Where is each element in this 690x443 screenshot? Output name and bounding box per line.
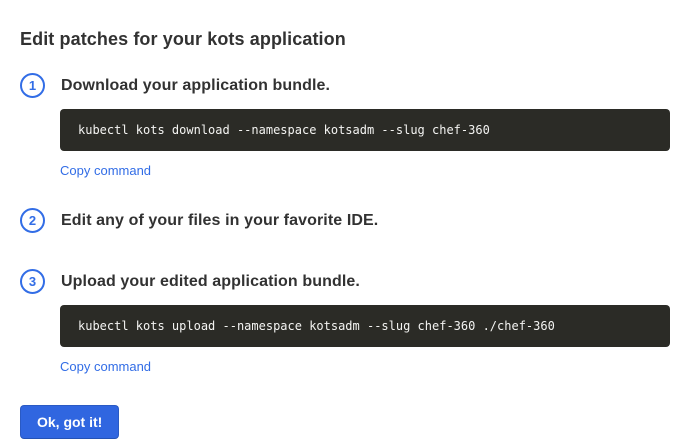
step-2-heading: Edit any of your files in your favorite … xyxy=(61,211,378,230)
copy-download-command-link[interactable]: Copy command xyxy=(60,163,151,178)
step-3-header: 3 Upload your edited application bundle. xyxy=(20,269,670,294)
copy-upload-command-link[interactable]: Copy command xyxy=(60,359,151,374)
step-1-number-badge: 1 xyxy=(20,73,45,98)
step-3-number: 3 xyxy=(29,275,36,288)
step-1-body: kubectl kots download --namespace kotsad… xyxy=(60,109,670,180)
step-1-heading: Download your application bundle. xyxy=(61,76,330,95)
step-2-number-badge: 2 xyxy=(20,208,45,233)
page-title: Edit patches for your kots application xyxy=(20,30,670,48)
edit-patches-panel: Edit patches for your kots application 1… xyxy=(0,0,690,439)
step-2-number: 2 xyxy=(29,214,36,227)
step-3-body: kubectl kots upload --namespace kotsadm … xyxy=(60,305,670,376)
upload-command-codeblock: kubectl kots upload --namespace kotsadm … xyxy=(60,305,670,347)
step-3-heading: Upload your edited application bundle. xyxy=(61,272,360,291)
download-command-text: kubectl kots download --namespace kotsad… xyxy=(78,123,490,137)
step-1-number: 1 xyxy=(29,79,36,92)
download-command-codeblock: kubectl kots download --namespace kotsad… xyxy=(60,109,670,151)
upload-command-text: kubectl kots upload --namespace kotsadm … xyxy=(78,319,555,333)
step-1-header: 1 Download your application bundle. xyxy=(20,73,670,98)
step-3-number-badge: 3 xyxy=(20,269,45,294)
ok-got-it-button[interactable]: Ok, got it! xyxy=(20,405,119,439)
step-2-header: 2 Edit any of your files in your favorit… xyxy=(20,208,670,233)
